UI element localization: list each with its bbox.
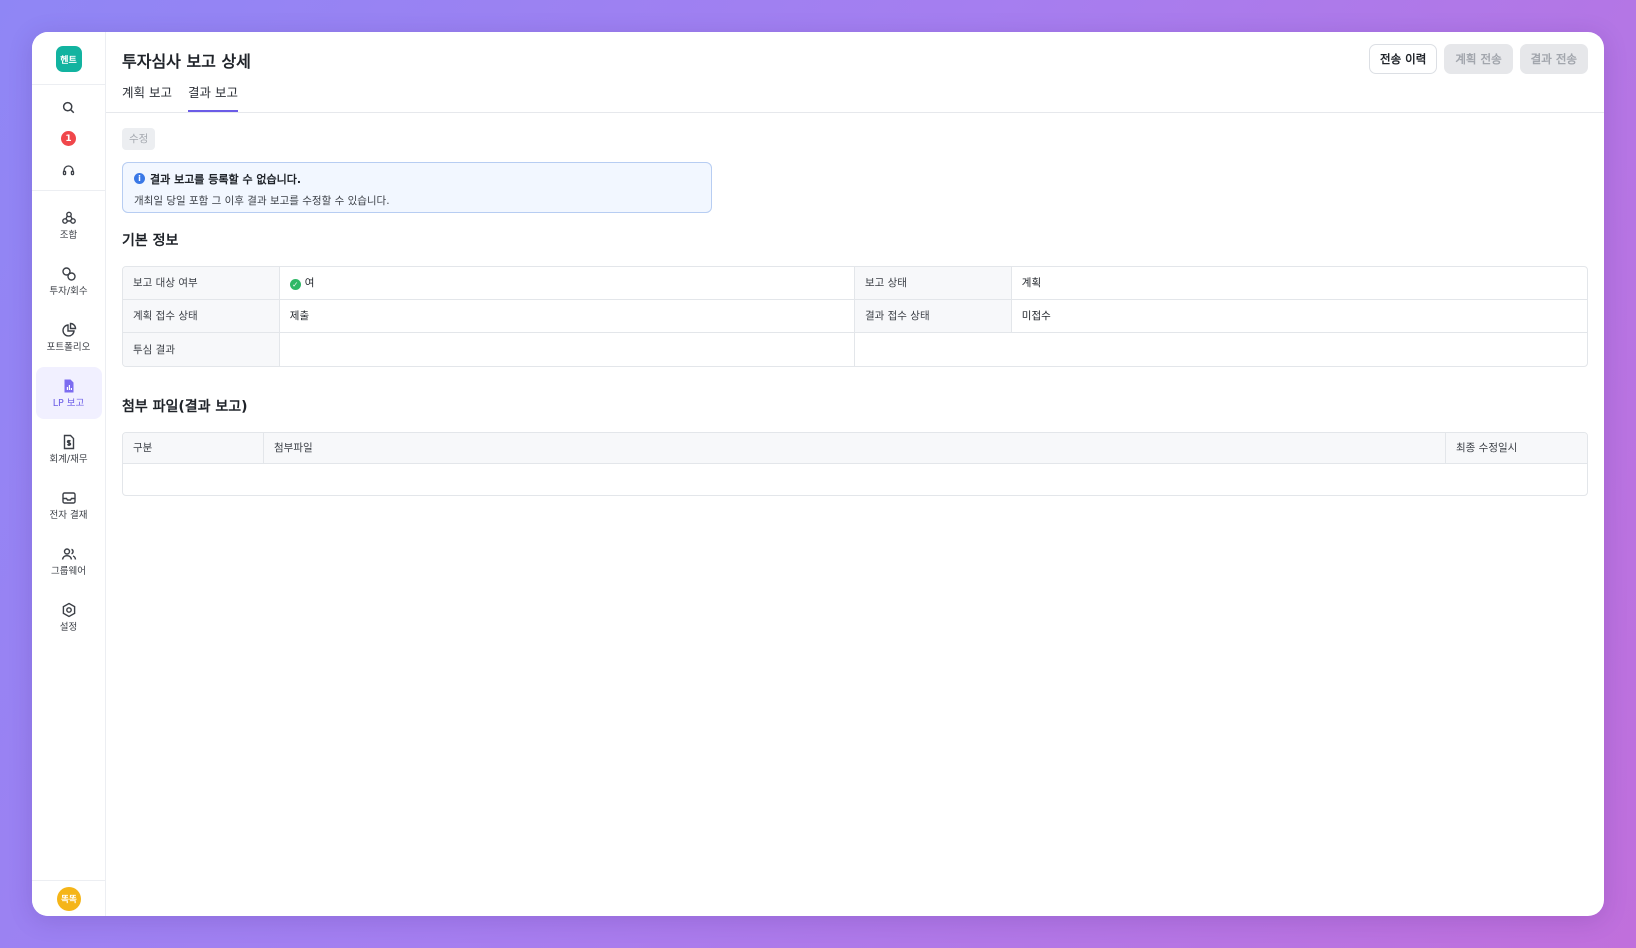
column-header-modified: 최종 수정일시 (1446, 432, 1587, 464)
plan-send-button[interactable]: 계획 전송 (1444, 44, 1513, 74)
sidebar-item-label: 포트폴리오 (46, 341, 91, 353)
table-row: 계획 접수 상태 제출 결과 접수 상태 미접수 (123, 299, 1587, 333)
sidebar-item-groupware[interactable]: 그룹웨어 (36, 535, 102, 587)
investment-icon (61, 267, 76, 281)
content-area: 수정 i 결과 보고를 등록할 수 없습니다. 개최일 당일 포함 그 이후 결… (106, 113, 1604, 496)
column-header-category: 구분 (123, 432, 264, 464)
page-title: 투자심사 보고 상세 (122, 52, 251, 71)
search-icon[interactable] (61, 99, 77, 115)
report-status-label: 보고 상태 (854, 266, 1012, 300)
report-icon (64, 379, 73, 393)
attachments-table: 구분 첨부파일 최종 수정일시 (122, 431, 1588, 496)
sidebar-item-investment[interactable]: 투자/회수 (36, 255, 102, 307)
result-receipt-label: 결과 접수 상태 (854, 299, 1012, 333)
users-icon (61, 548, 76, 560)
plan-receipt-label: 계획 접수 상태 (123, 299, 280, 333)
plan-receipt-value: 제출 (279, 299, 855, 333)
basic-info-table: 보고 대상 여부 ✓ 여 보고 상태 계획 계획 접수 상태 제출 결과 접수 상… (122, 265, 1588, 367)
report-target-label: 보고 대상 여부 (123, 266, 280, 300)
union-icon (61, 211, 76, 224)
sidebar-nav: 조합 투자/회수 포트폴리오 LP 보고 회계/재무 전자 결재 그룹웨어 설정 (35, 191, 102, 643)
header-actions: 전송 이력 계획 전송 결과 전송 (1369, 44, 1588, 74)
empty-cell (855, 333, 1587, 366)
basic-info-title: 기본 정보 (122, 232, 179, 249)
sidebar-item-accounting[interactable]: 회계/재무 (36, 423, 102, 475)
notice-title: 결과 보고를 등록할 수 없습니다. (150, 172, 302, 186)
tab-plan-report[interactable]: 계획 보고 (122, 82, 172, 112)
table-row (123, 464, 1587, 495)
sidebar-item-label: LP 보고 (52, 397, 85, 409)
gear-icon (62, 602, 75, 618)
edit-button[interactable]: 수정 (122, 127, 156, 150)
column-header-file: 첨부파일 (264, 432, 1446, 464)
notice-text: 개최일 당일 포함 그 이후 결과 보고를 수정할 수 있습니다. (134, 194, 390, 207)
headset-icon[interactable] (61, 162, 77, 178)
sidebar-item-portfolio[interactable]: 포트폴리오 (36, 311, 102, 363)
notice-header: i 결과 보고를 등록할 수 없습니다. (134, 171, 700, 187)
review-result-label: 투심 결과 (123, 332, 280, 366)
sidebar-item-lp-report[interactable]: LP 보고 (35, 367, 102, 419)
user-area: 똑똑 (32, 880, 106, 916)
app-window: 헨트 1 조합 투자/회수 포트폴리오 LP 보고 회계/재무 전자 결재 그룹… (32, 32, 1604, 916)
empty-row (123, 464, 1587, 495)
info-notice: i 결과 보고를 등록할 수 없습니다. 개최일 당일 포함 그 이후 결과 보… (122, 161, 712, 213)
main-content: 투자심사 보고 상세 계획 보고 결과 보고 전송 이력 계획 전송 결과 전송… (106, 32, 1604, 916)
page-header: 투자심사 보고 상세 계획 보고 결과 보고 전송 이력 계획 전송 결과 전송 (106, 32, 1604, 113)
sidebar-item-settings[interactable]: 설정 (36, 591, 102, 643)
table-row: 투심 결과 (123, 332, 1587, 366)
sidebar-item-label: 전자 결재 (49, 509, 88, 521)
sidebar-item-label: 회계/재무 (49, 453, 88, 465)
table-header-row: 구분 첨부파일 최종 수정일시 (123, 432, 1587, 464)
attachments-title: 첨부 파일(결과 보고) (122, 398, 248, 415)
table-row: 보고 대상 여부 ✓ 여 보고 상태 계획 (123, 266, 1587, 300)
info-icon: i (134, 173, 145, 184)
sidebar: 헨트 1 조합 투자/회수 포트폴리오 LP 보고 회계/재무 전자 결재 그룹… (32, 32, 106, 916)
tab-bar: 계획 보고 결과 보고 (122, 82, 238, 112)
sidebar-item-label: 그룹웨어 (51, 565, 86, 577)
sidebar-utilities: 1 (61, 85, 77, 190)
result-receipt-value: 미접수 (1011, 300, 1587, 333)
pie-chart-icon (61, 322, 76, 337)
sidebar-item-label: 투자/회수 (49, 285, 88, 297)
review-result-value (280, 332, 855, 366)
accounting-icon (63, 434, 74, 449)
report-target-value: ✓ 여 (279, 266, 855, 300)
check-circle-icon: ✓ (289, 279, 301, 290)
app-logo[interactable]: 헨트 (55, 46, 82, 72)
sidebar-item-label: 조합 (59, 229, 78, 241)
avatar[interactable]: 똑똑 (57, 886, 81, 911)
report-status-value: 계획 (1011, 267, 1587, 300)
result-send-button[interactable]: 결과 전송 (1519, 44, 1588, 74)
tab-result-report[interactable]: 결과 보고 (187, 82, 238, 112)
sidebar-item-union[interactable]: 조합 (36, 199, 102, 251)
send-history-button[interactable]: 전송 이력 (1369, 44, 1438, 74)
inbox-icon (61, 492, 76, 504)
notification-badge[interactable]: 1 (61, 131, 76, 146)
sidebar-item-approval[interactable]: 전자 결재 (36, 479, 102, 531)
sidebar-item-label: 설정 (59, 621, 78, 633)
